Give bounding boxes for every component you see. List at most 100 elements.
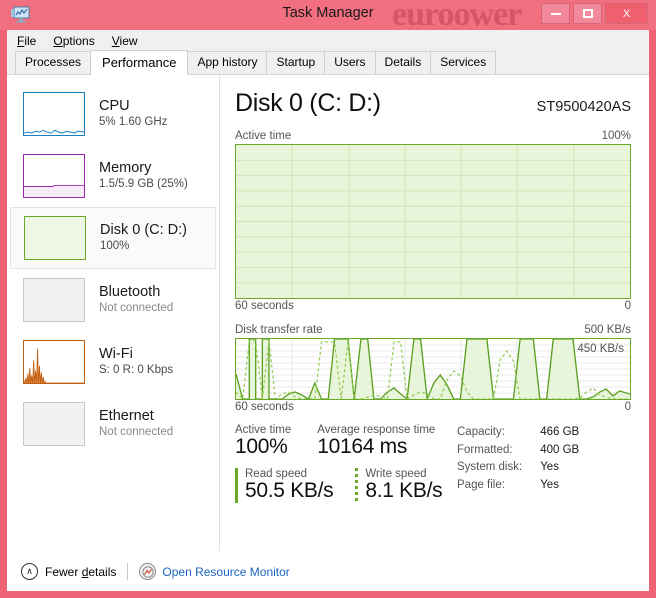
status-divider [127,563,129,580]
sidebar-title-disk: Disk 0 (C: D:) [100,222,187,239]
meta-row-capacity: Capacity: 466 GB [457,424,579,442]
tab-users[interactable]: Users [324,51,376,74]
main-panel: Disk 0 (C: D:) ST9500420AS Active time 1… [220,75,649,591]
stat-read-speed: Read speed 50.5 KB/s [235,468,334,503]
read-write-group: Read speed 50.5 KB/s Write speed 8.1 KB/… [235,468,464,503]
sidebar-item-wifi[interactable]: Wi-Fi S: 0 R: 0 Kbps [7,331,219,393]
bluetooth-thumbnail-graph [23,278,85,322]
sidebar-item-ethernet[interactable]: Ethernet Not connected [7,393,219,455]
tab-processes[interactable]: Processes [15,51,92,74]
disk-model-label: ST9500420AS [536,99,631,115]
fewer-details-button[interactable]: Fewer details [45,565,116,579]
stat-write-speed: Write speed 8.1 KB/s [355,468,443,503]
active-time-graph-max: 100% [601,130,631,142]
meta-key-formatted: Formatted: [457,443,513,456]
active-time-graph [235,144,631,299]
disk-meta-table: Capacity: 466 GB Formatted: 400 GB Syste… [457,424,579,494]
sidebar-item-disk[interactable]: Disk 0 (C: D:) 100% [10,207,216,269]
write-speed-indicator-bar [355,468,359,503]
menu-options[interactable]: Options [53,32,103,50]
sidebar-title-ethernet: Ethernet [99,408,154,425]
stat-response-time-value: 10164 ms [317,435,408,458]
disk-transfer-rate-graph: 450 KB/s [235,338,631,400]
tab-details[interactable]: Details [374,51,432,74]
sidebar-text-cpu: CPU 5% 1.60 GHz [99,98,167,130]
sidebar-sub-disk: 100% [100,240,130,253]
cpu-thumbnail-graph [23,92,85,136]
stat-read-speed-value: 50.5 KB/s [245,479,334,502]
menu-view[interactable]: View [112,32,147,50]
minimize-icon [550,12,561,15]
meta-key-page-file: Page file: [457,478,505,491]
read-speed-indicator-bar [235,468,238,503]
meta-key-capacity: Capacity: [457,426,505,438]
tab-startup[interactable]: Startup [266,51,326,74]
meta-value-system-disk: Yes [540,461,559,473]
stat-write-speed-value: 8.1 KB/s [365,479,443,502]
memory-thumbnail-graph [23,154,85,198]
transfer-graph-right-foot: 0 [624,401,631,413]
transfer-graph-labels: Disk transfer rate 500 KB/s [235,324,631,336]
transfer-graph-left-foot: 60 seconds [235,401,294,413]
minimize-button[interactable] [541,3,570,24]
menu-file[interactable]: File [17,32,45,50]
sidebar-title-bluetooth: Bluetooth [99,284,161,301]
title-bar: euroower Task Manager X [0,0,656,30]
close-button[interactable]: X [605,3,648,24]
maximize-icon [582,9,593,18]
transfer-graph-title: Disk transfer rate [235,324,323,336]
active-time-graph-right-foot: 0 [624,300,631,312]
meta-row-system-disk: System disk: Yes [457,459,579,477]
ethernet-thumbnail-graph [23,402,85,446]
menu-bar: File Options View [7,30,649,52]
transfer-graph-inner-label: 450 KB/s [577,343,624,355]
meta-value-page-file: Yes [540,478,559,491]
active-time-graph-foot: 60 seconds 0 [235,300,631,312]
task-manager-window: euroower Task Manager X File Options Vie… [0,0,656,598]
stats-left-group: Active time 100% Average response time 1… [235,424,464,503]
resource-monitor-icon [139,563,157,580]
stats-area: Active time 100% Average response time 1… [235,424,631,503]
resource-sidebar: CPU 5% 1.60 GHz Memory 1.5/5.9 GB (25%) [7,75,220,591]
sidebar-text-disk: Disk 0 (C: D:) 100% [100,222,187,254]
maximize-button[interactable] [573,3,602,24]
sidebar-text-wifi: Wi-Fi S: 0 R: 0 Kbps [99,346,173,378]
meta-key-system-disk: System disk: [457,461,523,473]
sidebar-sub-cpu: 5% 1.60 GHz [99,116,168,129]
chevron-up-icon[interactable]: ∧ [21,563,38,580]
sidebar-sub-ethernet: Not connected [99,426,174,439]
sidebar-item-memory[interactable]: Memory 1.5/5.9 GB (25%) [7,145,219,207]
meta-row-page-file: Page file: Yes [457,477,579,495]
status-bar: ∧ Fewer details Open Resource Monitor [7,551,649,591]
sidebar-title-memory: Memory [99,160,152,177]
sidebar-text-memory: Memory 1.5/5.9 GB (25%) [99,160,188,192]
meta-value-formatted: 400 GB [540,443,580,456]
stat-active-time-value: 100% [235,435,288,458]
main-header: Disk 0 (C: D:) ST9500420AS [235,89,631,118]
meta-row-formatted: Formatted: 400 GB [457,442,579,460]
window-controls: X [541,3,648,24]
sidebar-text-ethernet: Ethernet Not connected [99,408,173,440]
page-title: Disk 0 (C: D:) [235,89,381,117]
disk-thumbnail-graph [24,216,86,260]
tab-strip: Processes Performance App history Startu… [7,50,649,75]
tab-services[interactable]: Services [430,51,497,74]
sidebar-sub-memory: 1.5/5.9 GB (25%) [99,178,188,191]
sidebar-text-bluetooth: Bluetooth Not connected [99,284,173,316]
sidebar-item-cpu[interactable]: CPU 5% 1.60 GHz [7,83,219,145]
active-time-graph-left-foot: 60 seconds [235,300,294,312]
active-time-graph-title: Active time [235,130,292,142]
tab-app-history[interactable]: App history [187,51,268,74]
stat-response-time: Average response time 10164 ms [317,424,435,459]
sidebar-item-bluetooth[interactable]: Bluetooth Not connected [7,269,219,331]
transfer-graph-max: 500 KB/s [584,324,631,336]
sidebar-sub-bluetooth: Not connected [99,302,174,315]
sidebar-title-wifi: Wi-Fi [99,346,133,363]
transfer-graph-foot: 60 seconds 0 [235,401,631,413]
tab-performance[interactable]: Performance [90,50,189,75]
open-resource-monitor-link[interactable]: Open Resource Monitor [162,565,289,579]
sidebar-title-cpu: CPU [99,98,130,115]
client-area: File Options View Processes Performance … [7,30,649,591]
wifi-thumbnail-graph [23,340,85,384]
meta-value-capacity: 466 GB [540,426,580,438]
